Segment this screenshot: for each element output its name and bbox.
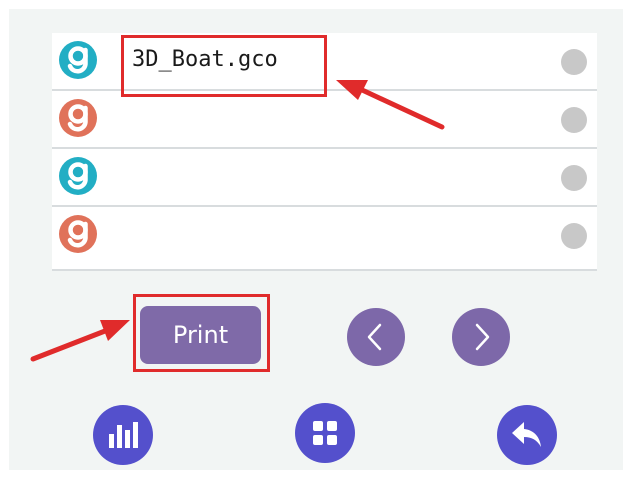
file-select-indicator[interactable] — [561, 165, 587, 191]
file-row[interactable] — [52, 149, 597, 207]
previous-page-button[interactable] — [347, 308, 405, 366]
gcode-file-icon — [59, 157, 97, 195]
gcode-file-icon — [59, 99, 97, 137]
next-page-button[interactable] — [452, 308, 510, 366]
file-select-indicator[interactable] — [561, 107, 587, 133]
print-button[interactable]: Print — [140, 306, 261, 364]
file-row[interactable] — [52, 207, 597, 271]
status-button[interactable] — [93, 405, 153, 465]
back-button[interactable] — [497, 405, 557, 465]
chevron-right-icon — [475, 323, 490, 351]
menu-button[interactable] — [295, 403, 355, 463]
gcode-file-icon — [59, 215, 97, 253]
grid-icon — [313, 421, 337, 445]
filename-highlight-box — [121, 35, 327, 97]
gcode-file-icon — [59, 41, 97, 79]
file-select-indicator[interactable] — [561, 49, 587, 75]
file-row[interactable] — [52, 91, 597, 149]
back-icon — [512, 422, 541, 447]
chevron-left-icon — [367, 323, 382, 351]
file-select-indicator[interactable] — [561, 223, 587, 249]
bar-chart-icon — [109, 422, 138, 448]
